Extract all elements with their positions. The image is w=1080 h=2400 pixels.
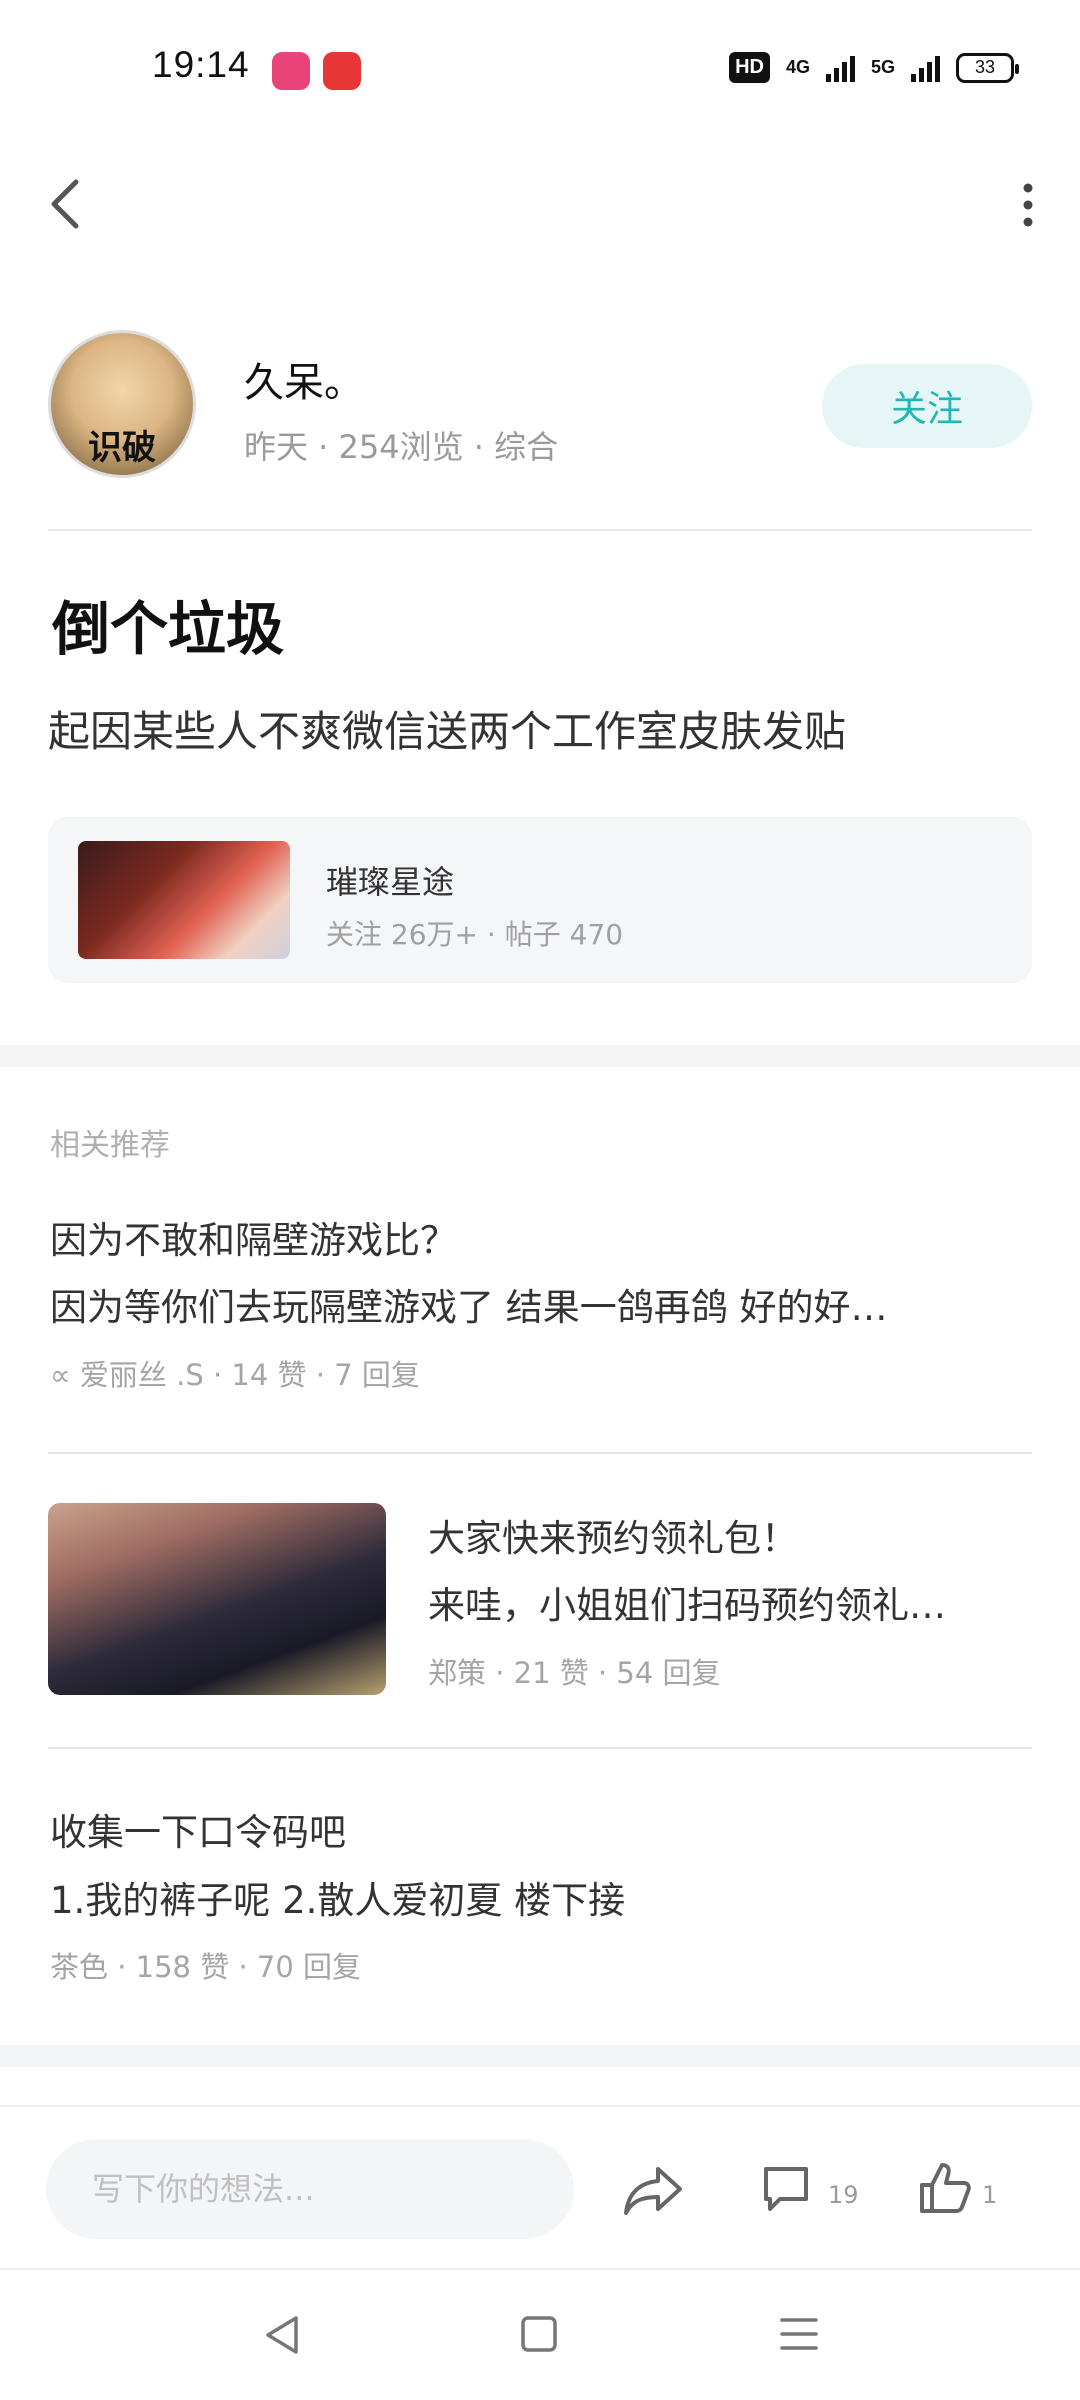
status-bar: 19:14 HD 4G 5G 33: [0, 0, 1080, 140]
related-item-meta: 郑策 · 21 赞 · 54 回复: [428, 1656, 721, 1690]
nav-back-icon[interactable]: [262, 2314, 302, 2356]
topic-card[interactable]: 璀璨星途 关注 26万+ · 帖子 470: [48, 817, 1032, 983]
network-5g-label: 5G: [870, 57, 895, 77]
related-item-meta: ∝ 爱丽丝 .S · 14 赞 · 7 回复: [50, 1358, 420, 1392]
like-count: 1: [982, 2181, 998, 2209]
author-name[interactable]: 久呆。: [244, 350, 364, 408]
avatar-caption: 识破: [88, 428, 156, 468]
related-header: 相关推荐: [50, 1128, 170, 1163]
divider: [48, 1452, 1032, 1454]
related-item-excerpt: 因为等你们去玩隔壁游戏了 结果一鸽再鸽 好的好…: [50, 1286, 888, 1329]
related-item-excerpt: 1.我的裤子呢 2.散人爱初夏 楼下接: [50, 1879, 626, 1922]
related-item-title: 大家快来预约领礼包！: [428, 1517, 798, 1560]
share-icon[interactable]: [622, 2163, 684, 2219]
comment-count: 19: [828, 2181, 859, 2209]
topic-thumbnail: [78, 841, 290, 959]
divider: [48, 1747, 1032, 1749]
related-item-title: 因为不敢和隔壁游戏比？: [50, 1219, 457, 1262]
divider: [48, 529, 1032, 531]
status-time: 19:14: [152, 44, 250, 85]
status-indicators: HD 4G 5G 33: [729, 52, 1019, 83]
signal-icon: [825, 54, 855, 82]
related-item-title: 收集一下口令码吧: [50, 1811, 346, 1854]
related-item-meta: 茶色 · 158 赞 · 70 回复: [50, 1950, 361, 1984]
nav-menu-icon[interactable]: [780, 2314, 818, 2354]
system-nav-bar: [0, 2270, 1080, 2400]
back-icon[interactable]: [42, 174, 92, 234]
author-meta: 昨天 · 254浏览 · 综合: [244, 428, 559, 466]
comment-icon[interactable]: [760, 2163, 812, 2215]
nav-home-icon[interactable]: [520, 2315, 558, 2353]
related-item-thumbnail: [48, 1503, 386, 1695]
post-title: 倒个垃圾: [52, 595, 285, 663]
follow-button[interactable]: 关注: [822, 364, 1032, 448]
topic-meta: 关注 26万+ · 帖子 470: [326, 918, 624, 951]
author-header: 识破 久呆。 昨天 · 254浏览 · 综合 关注: [48, 330, 1032, 480]
like-icon[interactable]: [918, 2161, 972, 2215]
app-notification-icon: [272, 52, 310, 90]
network-4g-label: 4G: [785, 57, 810, 77]
post-body: 起因某些人不爽微信送两个工作室皮肤发贴: [48, 707, 847, 756]
top-nav: [0, 150, 1080, 260]
signal-icon: [911, 54, 940, 82]
related-item-excerpt: 来哇，小姐姐们扫码预约领礼…: [428, 1584, 946, 1627]
hd-badge: HD: [729, 52, 770, 83]
comment-input[interactable]: [46, 2139, 574, 2239]
avatar[interactable]: 识破: [48, 330, 196, 478]
topic-name: 璀璨星途: [326, 863, 455, 901]
section-separator: [0, 1045, 1080, 1067]
section-separator: [0, 2045, 1080, 2067]
battery-icon: 33: [956, 52, 1019, 83]
action-bar: 19 1: [0, 2105, 1080, 2265]
more-icon[interactable]: [1018, 180, 1038, 230]
app-notification-icon: [323, 52, 361, 90]
